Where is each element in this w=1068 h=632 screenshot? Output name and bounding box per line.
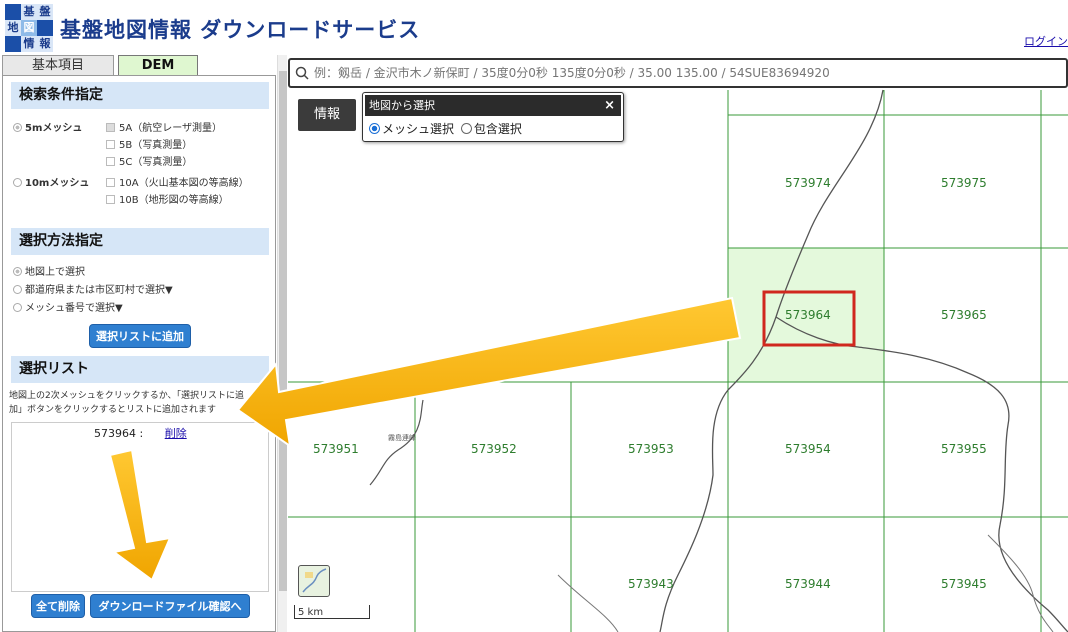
scrollbar-thumb[interactable] <box>279 71 287 591</box>
radio-icon <box>369 123 380 134</box>
type-10b-checkbox[interactable]: 10B（地形図の等高線） <box>106 194 229 207</box>
tab-dem[interactable]: DEM <box>118 55 198 75</box>
left-panel: 基本項目 DEM 検索条件指定 5mメッシュ 5A（航空レーザ測量） 5B（写真… <box>0 55 276 632</box>
tab-basic-items[interactable]: 基本項目 <box>2 55 114 75</box>
site-logo[interactable]: 基 盤 地 図 情 報 <box>4 3 54 53</box>
mesh-label[interactable]: 573953 <box>628 442 674 456</box>
panel-body: 検索条件指定 5mメッシュ 5A（航空レーザ測量） 5B（写真測量） 5C（写真… <box>2 75 276 632</box>
mesh-label[interactable]: 573974 <box>785 176 831 190</box>
mesh-label[interactable]: 573945 <box>941 577 987 591</box>
popup-options: メッシュ選択 包含選択 <box>369 120 522 137</box>
mesh-label[interactable]: 573975 <box>941 176 987 190</box>
map-search-bar <box>288 58 1068 88</box>
list-item: 573964 : 削除 <box>94 425 187 441</box>
minor-road <box>557 574 619 632</box>
scale-label: 5 km <box>298 607 324 618</box>
list-item-delete-link[interactable]: 削除 <box>165 427 187 440</box>
mesh-label[interactable]: 573954 <box>785 442 831 456</box>
checkbox-icon <box>106 178 115 187</box>
selection-list-heading: 選択リスト <box>11 356 269 383</box>
select-by-mesh-number-radio[interactable]: メッシュ番号で選択▼ <box>13 302 123 315</box>
mesh-label[interactable]: 573952 <box>471 442 517 456</box>
search-input[interactable] <box>314 62 1054 84</box>
list-item-mesh: 573964 : <box>94 427 144 440</box>
contain-select-radio[interactable]: 包含選択 <box>460 122 522 136</box>
mesh-label[interactable]: 573965 <box>941 308 987 322</box>
checkbox-icon <box>106 123 115 132</box>
mesh-select-radio[interactable]: メッシュ選択 <box>369 122 454 136</box>
map-place-label: 霧島連峰 <box>388 434 416 442</box>
panel-scrollbar[interactable] <box>277 55 287 632</box>
mesh10-radio[interactable]: 10mメッシュ <box>13 177 89 190</box>
download-confirm-button[interactable]: ダウンロードファイル確認へ <box>90 594 250 618</box>
checkbox-icon <box>106 195 115 204</box>
header: 基 盤 地 図 情 報 基盤地図情報 ダウンロードサービス ログイン <box>0 0 1068 55</box>
selection-list-help-line2: 加」ボタンをクリックするとリストに追加されます <box>9 405 217 415</box>
selection-method-heading: 選択方法指定 <box>11 228 269 255</box>
mesh-label[interactable]: 573951 <box>313 442 359 456</box>
radio-icon <box>460 123 472 134</box>
type-10a-checkbox[interactable]: 10A（火山基本図の等高線） <box>106 177 249 190</box>
popup-title-bar: 地図から選択 × <box>365 95 621 116</box>
select-on-map-radio[interactable]: 地図上で選択 <box>13 266 85 279</box>
login-link[interactable]: ログイン <box>1024 33 1068 49</box>
radio-icon <box>13 178 22 187</box>
map-select-popup: 地図から選択 × メッシュ選択 包含選択 <box>362 92 624 142</box>
tab-bar: 基本項目 DEM <box>0 55 276 75</box>
mesh-label[interactable]: 573943 <box>628 577 674 591</box>
site-title: 基盤地図情報 ダウンロードサービス <box>60 18 421 42</box>
radio-icon <box>13 303 22 312</box>
select-by-municipality-radio[interactable]: 都道府県または市区町村で選択▼ <box>13 284 173 297</box>
radio-icon <box>13 285 22 294</box>
map-thumbnail-icon <box>302 568 327 593</box>
mesh-label[interactable]: 573944 <box>785 577 831 591</box>
selection-list-box: 573964 : 削除 <box>11 422 269 592</box>
mesh-label-selected[interactable]: 573964 <box>785 308 831 322</box>
mesh5-radio[interactable]: 5mメッシュ <box>13 122 82 135</box>
mesh-label[interactable]: 573955 <box>941 442 987 456</box>
layer-switch-button[interactable] <box>298 565 330 597</box>
close-icon[interactable]: × <box>604 95 615 116</box>
popup-title: 地図から選択 <box>369 99 435 112</box>
selection-list-help-line1: 地図上の2次メッシュをクリックするか、「選択リストに追 <box>9 391 245 401</box>
checkbox-icon <box>106 140 115 149</box>
mesh-grid <box>288 90 1068 632</box>
radio-icon <box>13 123 22 132</box>
type-5b-checkbox[interactable]: 5B（写真測量） <box>106 139 192 152</box>
map-view[interactable]: 573974 573975 573964 573965 573951 57395… <box>288 55 1068 632</box>
radio-icon <box>13 267 22 276</box>
type-5c-checkbox[interactable]: 5C（写真測量） <box>106 156 192 169</box>
add-to-list-button[interactable]: 選択リストに追加 <box>89 324 191 348</box>
search-icon <box>295 66 309 80</box>
type-5a-checkbox[interactable]: 5A（航空レーザ測量） <box>106 122 222 135</box>
search-conditions-heading: 検索条件指定 <box>11 82 269 109</box>
info-button[interactable]: 情報 <box>298 99 356 131</box>
checkbox-icon <box>106 157 115 166</box>
clear-all-button[interactable]: 全て削除 <box>31 594 85 618</box>
